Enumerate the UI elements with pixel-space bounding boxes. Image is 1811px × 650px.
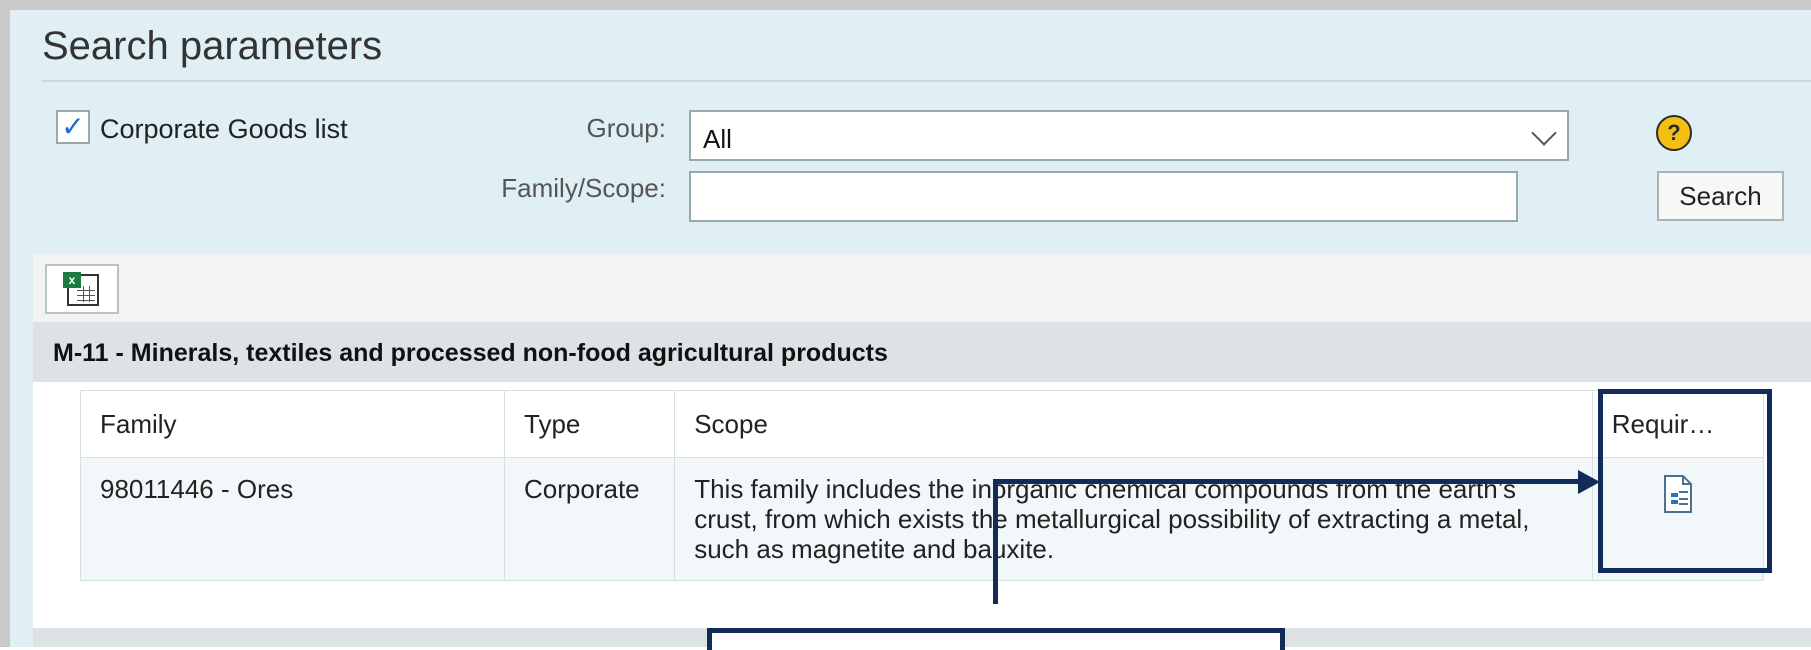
group-label: Group: [586,113,667,143]
search-button[interactable]: Search [1657,171,1784,221]
results-table: Family Type Scope Requir… 98011446 - Ore… [79,390,1765,581]
corporate-goods-checkbox-label[interactable]: Corporate Goods list [100,114,348,145]
help-icon[interactable]: ? [1656,115,1692,151]
family-scope-input[interactable] [689,171,1518,222]
column-header-type[interactable]: Type [504,390,676,458]
page-title: Search parameters [42,24,383,68]
chevron-down-icon[interactable] [1531,120,1557,146]
group-header: M-11 - Minerals, textiles and processed … [33,322,1811,382]
table-row[interactable]: 98011446 - Ores Corporate This family in… [79,457,1765,581]
group-select[interactable]: All [689,110,1569,161]
column-header-scope[interactable]: Scope [674,390,1593,458]
arrow-right-icon [1578,470,1600,494]
group-select-value: All [703,124,732,154]
results-toolbar [33,254,1811,322]
scope-text: This family includes the inorganic chemi… [694,474,1530,564]
family-cell: 98011446 - Ores [79,457,506,581]
family-scope-label: Family/Scope: [501,173,666,203]
type-cell: Corporate [504,457,676,581]
corporate-goods-checkbox[interactable]: ✓ [56,110,90,144]
title-divider [42,80,1811,82]
table-header-row: Family Type Scope Requir… [79,390,1765,458]
callout-connector-vertical [993,479,998,604]
export-excel-icon: x [63,272,99,306]
callout-highlight-box [1598,389,1772,573]
scope-cell: This family includes the inorganic chemi… [674,457,1593,581]
group-header-title: M-11 - Minerals, textiles and processed … [53,339,888,367]
column-header-family[interactable]: Family [79,390,506,458]
export-to-excel-button[interactable]: x [45,264,119,314]
callout-connector [993,479,1585,484]
